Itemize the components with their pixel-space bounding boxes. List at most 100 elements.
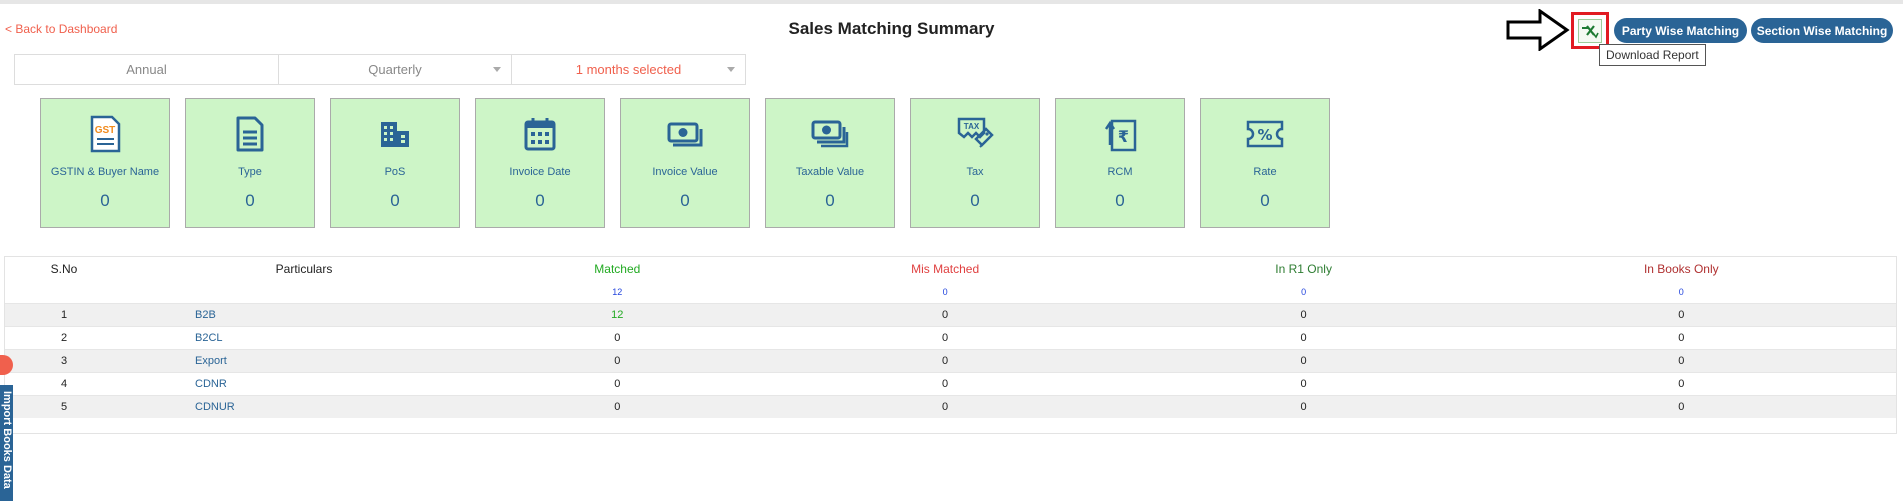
svg-text:TAX: TAX — [964, 122, 980, 131]
table-row: 5 CDNUR 0 0 0 0 — [5, 395, 1896, 418]
card-invoice-date[interactable]: Invoice Date 0 — [475, 98, 605, 228]
card-value: 0 — [825, 191, 835, 210]
row-particular-link[interactable]: B2B — [123, 303, 485, 326]
cash-stack-icon — [810, 114, 850, 154]
card-rcm[interactable]: ₹ RCM 0 — [1055, 98, 1185, 228]
chevron-down-icon — [493, 67, 501, 72]
card-value: 0 — [100, 191, 110, 210]
card-label: Invoice Value — [652, 166, 718, 178]
row-sno: 2 — [60, 331, 68, 344]
card-label: Taxable Value — [795, 166, 865, 178]
total-in-books-only[interactable]: 0 — [1467, 281, 1896, 303]
total-matched[interactable]: 12 — [485, 281, 750, 303]
card-label: Invoice Date — [509, 166, 571, 178]
header-in-books-only: In Books Only — [1643, 262, 1719, 276]
row-mis-matched[interactable]: 0 — [750, 303, 1141, 326]
row-in-books-only[interactable]: 0 — [1467, 349, 1896, 372]
card-value: 0 — [245, 191, 255, 210]
row-particular-link[interactable]: B2CL — [123, 326, 485, 349]
row-particular-link[interactable]: CDNR — [123, 372, 485, 395]
chevron-down-icon — [727, 67, 735, 72]
svg-text:₹: ₹ — [1118, 127, 1129, 146]
table-row: 3 Export 0 0 0 0 — [5, 349, 1896, 372]
row-in-r1-only[interactable]: 0 — [1141, 372, 1467, 395]
card-label: Tax — [966, 166, 984, 178]
row-sno: 4 — [60, 377, 68, 390]
months-label: 1 months selected — [575, 62, 682, 77]
row-matched[interactable]: 12 — [485, 303, 750, 326]
row-in-r1-only[interactable]: 0 — [1141, 395, 1467, 418]
gst-doc-icon: GST — [85, 114, 125, 154]
totals-spacer — [123, 281, 485, 303]
row-in-r1-only[interactable]: 0 — [1141, 349, 1467, 372]
period-selector: Annual Quarterly 1 months selected — [14, 54, 746, 85]
card-label: PoS — [384, 166, 406, 178]
header-sno: S.No — [50, 262, 78, 276]
quarterly-label: Quarterly — [368, 62, 422, 77]
svg-text:GST: GST — [95, 125, 116, 136]
download-report-tooltip: Download Report — [1599, 44, 1706, 66]
tax-tag-icon: TAX — [955, 114, 995, 154]
card-rate[interactable]: % Rate 0 — [1200, 98, 1330, 228]
top-divider — [0, 0, 1903, 4]
card-value: 0 — [535, 191, 545, 210]
header-in-r1-only: In R1 Only — [1275, 262, 1332, 276]
total-in-r1-only[interactable]: 0 — [1141, 281, 1467, 303]
row-in-r1-only[interactable]: 0 — [1141, 326, 1467, 349]
annual-tab[interactable]: Annual — [15, 55, 279, 84]
card-value: 0 — [680, 191, 690, 210]
row-particular-link[interactable]: Export — [123, 349, 485, 372]
card-gstin-buyer[interactable]: GST GSTIN & Buyer Name 0 — [40, 98, 170, 228]
row-in-books-only[interactable]: 0 — [1467, 372, 1896, 395]
row-in-books-only[interactable]: 0 — [1467, 326, 1896, 349]
row-mis-matched[interactable]: 0 — [750, 372, 1141, 395]
annual-label: Annual — [126, 62, 167, 77]
matching-summary-table: S.No Particulars Matched Mis Matched In … — [4, 256, 1897, 434]
card-invoice-value[interactable]: Invoice Value 0 — [620, 98, 750, 228]
row-in-books-only[interactable]: 0 — [1467, 303, 1896, 326]
cash-icon — [665, 114, 705, 154]
row-in-books-only[interactable]: 0 — [1467, 395, 1896, 418]
card-label: Type — [238, 166, 262, 178]
row-in-r1-only[interactable]: 0 — [1141, 303, 1467, 326]
percent-ticket-icon: % — [1245, 114, 1285, 154]
excel-download-icon — [1578, 18, 1602, 43]
card-value: 0 — [390, 191, 400, 210]
quarterly-dropdown[interactable]: Quarterly — [279, 55, 512, 84]
totals-spacer — [5, 281, 123, 303]
header-matched: Matched — [594, 262, 641, 276]
row-sno: 3 — [60, 354, 68, 367]
row-sno: 5 — [60, 400, 68, 413]
card-label: GSTIN & Buyer Name — [50, 166, 160, 178]
total-mis-matched[interactable]: 0 — [750, 281, 1141, 303]
row-matched[interactable]: 0 — [485, 372, 750, 395]
card-value: 0 — [1260, 191, 1270, 210]
card-label: RCM — [1107, 166, 1133, 178]
building-icon — [375, 114, 415, 154]
rupee-doc-icon: ₹ — [1100, 114, 1140, 154]
section-wise-matching-button[interactable]: Section Wise Matching — [1751, 18, 1893, 43]
row-mis-matched[interactable]: 0 — [750, 326, 1141, 349]
card-value: 0 — [970, 191, 980, 210]
card-pos[interactable]: PoS 0 — [330, 98, 460, 228]
row-matched[interactable]: 0 — [485, 326, 750, 349]
row-mis-matched[interactable]: 0 — [750, 395, 1141, 418]
row-particular-link[interactable]: CDNUR — [123, 395, 485, 418]
header-particulars: Particulars — [275, 262, 333, 276]
card-type[interactable]: Type 0 — [185, 98, 315, 228]
card-taxable-value[interactable]: Taxable Value 0 — [765, 98, 895, 228]
card-label: Rate — [1253, 166, 1277, 178]
months-dropdown[interactable]: 1 months selected — [512, 55, 745, 84]
card-tax[interactable]: TAX Tax 0 — [910, 98, 1040, 228]
table-header-row: S.No Particulars Matched Mis Matched In … — [5, 257, 1896, 281]
row-mis-matched[interactable]: 0 — [750, 349, 1141, 372]
card-value: 0 — [1115, 191, 1125, 210]
row-matched[interactable]: 0 — [485, 395, 750, 418]
import-books-data-tab[interactable]: Import Books Data — [0, 385, 13, 501]
document-icon — [230, 114, 270, 154]
totals-row: 12 0 0 0 — [5, 281, 1896, 303]
header-mis-matched: Mis Matched — [911, 262, 980, 276]
row-matched[interactable]: 0 — [485, 349, 750, 372]
table-row: 1 B2B 12 0 0 0 — [5, 303, 1896, 326]
party-wise-matching-button[interactable]: Party Wise Matching — [1614, 18, 1747, 43]
